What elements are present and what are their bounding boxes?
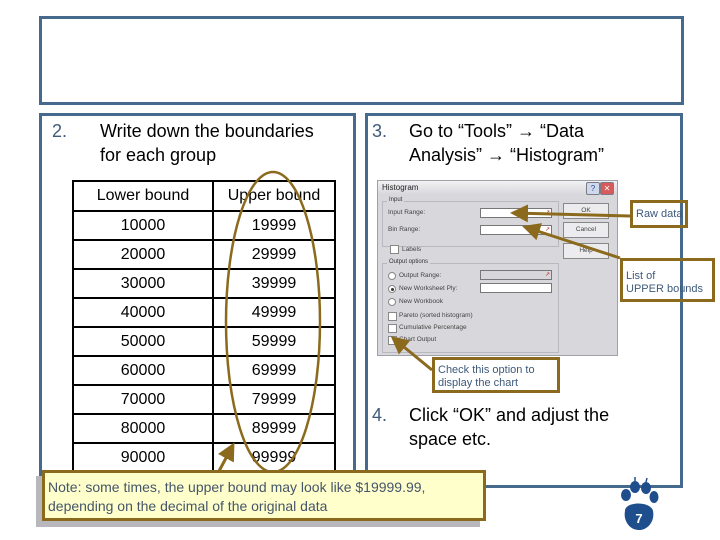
output-range-label: Output Range:	[399, 272, 442, 279]
table-row: 90000 99999	[72, 442, 336, 473]
cancel-button[interactable]: Cancel	[563, 222, 609, 238]
chart-output-checkbox[interactable]	[388, 336, 397, 345]
new-ply-label: New Worksheet Ply:	[399, 285, 458, 292]
new-workbook-radio[interactable]	[388, 298, 396, 306]
histogram-dialog: Histogram ? ✕ Input Input Range: ↗ Bin R…	[377, 180, 618, 356]
help-icon[interactable]: ?	[586, 182, 600, 195]
callout-text: Raw data	[636, 208, 683, 220]
labels-checkbox[interactable]	[390, 245, 399, 254]
step-number: 3.	[372, 121, 388, 141]
output-range-field[interactable]: ↗	[480, 270, 552, 280]
table-row: 60000 69999	[72, 355, 336, 386]
bin-range-field[interactable]: ↗	[480, 225, 552, 235]
header-lower-bound: Lower bound	[72, 180, 214, 212]
input-range-field[interactable]: ↗	[480, 208, 552, 218]
callout-text: display the chart	[438, 377, 519, 389]
upper-bound-cell: 19999	[212, 210, 336, 241]
callout-text: Check this option to	[438, 364, 535, 376]
upper-bound-cell: 59999	[212, 326, 336, 357]
note-box: Note: some times, the upper bound may lo…	[42, 470, 486, 521]
step-number: 2.	[52, 121, 68, 141]
new-ply-radio[interactable]	[388, 285, 396, 293]
upper-bound-cell: 49999	[212, 297, 336, 328]
step-number: 4.	[372, 405, 388, 425]
step-text-line: space etc.	[409, 429, 492, 449]
lower-bound-cell: 30000	[72, 268, 214, 299]
table-row: 80000 89999	[72, 413, 336, 444]
lower-bound-cell: 50000	[72, 326, 214, 357]
upper-bound-cell: 89999	[212, 413, 336, 444]
step-text-line: Go to “Tools” → “Data	[409, 121, 585, 141]
table-row: 70000 79999	[72, 384, 336, 415]
new-ply-field[interactable]	[480, 283, 552, 293]
table-header-row: Lower bound Upper bound	[72, 180, 336, 212]
callout-chart-output: Check this option to display the chart	[432, 357, 560, 393]
new-workbook-label: New Workbook	[399, 298, 443, 305]
pareto-checkbox[interactable]	[388, 312, 397, 321]
lower-bound-cell: 70000	[72, 384, 214, 415]
callout-text: UPPER bounds	[626, 283, 704, 295]
table-row: 30000 39999	[72, 268, 336, 299]
dialog-titlebar: Histogram ? ✕	[378, 181, 617, 195]
table-row: 20000 29999	[72, 239, 336, 270]
upper-bound-cell: 99999	[212, 442, 336, 473]
range-select-icon[interactable]: ↗	[545, 209, 550, 216]
table-row: 50000 59999	[72, 326, 336, 357]
upper-bound-cell: 39999	[212, 268, 336, 299]
step-text-line: Analysis” → “Histogram”	[409, 145, 605, 165]
upper-bound-cell: 79999	[212, 384, 336, 415]
lower-bound-cell: 10000	[72, 210, 214, 241]
cumulative-label: Cumulative Percentage	[399, 324, 467, 331]
table-row: 10000 19999	[72, 210, 336, 241]
step-text: Click “OK” and adjust the space etc.	[409, 403, 609, 451]
labels-label: Labels	[402, 246, 422, 253]
step-text-line: for each group	[100, 145, 217, 165]
callout-text: List of	[626, 270, 656, 282]
page-number: 7	[635, 511, 642, 526]
lower-bound-cell: 40000	[72, 297, 214, 328]
input-range-label: Input Range:	[388, 209, 426, 216]
lower-bound-cell: 90000	[72, 442, 214, 473]
note-text: Note: some times, the upper bound may lo…	[48, 479, 426, 495]
help-button[interactable]: Help	[563, 243, 609, 259]
upper-bound-cell: 29999	[212, 239, 336, 270]
bin-range-label: Bin Range:	[388, 226, 421, 233]
upper-bound-cell: 69999	[212, 355, 336, 386]
step-text: Go to “Tools” → “Data Analysis” → “Histo…	[409, 119, 604, 167]
lower-bound-cell: 60000	[72, 355, 214, 386]
bounds-table: Lower bound Upper bound 10000 19999 20000…	[72, 180, 336, 473]
table-row: 40000 49999	[72, 297, 336, 328]
chart-output-label: Chart Output	[399, 336, 437, 343]
step-text-line: Click “OK” and adjust the	[409, 405, 610, 425]
range-select-icon[interactable]: ↗	[545, 226, 550, 233]
cumulative-checkbox[interactable]	[388, 324, 397, 333]
note-text: depending on the decimal of the original…	[48, 498, 328, 514]
pareto-label: Pareto (sorted histogram)	[399, 312, 473, 319]
paw-print-icon: 7	[621, 477, 659, 530]
group-label: Output options	[387, 259, 431, 265]
lower-bound-cell: 20000	[72, 239, 214, 270]
title-box	[39, 16, 684, 105]
group-label: Input	[387, 197, 405, 203]
callout-upper-bounds: List of UPPER bounds	[620, 258, 715, 302]
dialog-title: Histogram	[382, 183, 419, 192]
ok-button[interactable]: OK	[563, 203, 609, 219]
step-text: Write down the boundaries for each group	[100, 119, 314, 167]
range-select-icon[interactable]: ↗	[545, 271, 550, 278]
callout-raw-data: Raw data	[630, 200, 688, 228]
lower-bound-cell: 80000	[72, 413, 214, 444]
step-text-line: Write down the boundaries	[100, 121, 314, 141]
output-range-radio[interactable]	[388, 272, 396, 280]
header-upper-bound: Upper bound	[212, 180, 336, 212]
close-icon[interactable]: ✕	[600, 182, 614, 195]
